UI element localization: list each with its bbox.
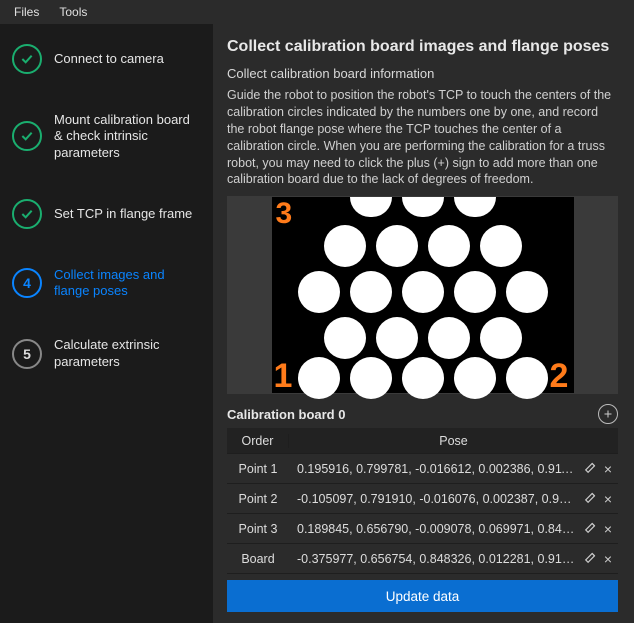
edit-icon[interactable]: [584, 460, 598, 477]
calibration-dot: [350, 197, 392, 217]
container: Connect to camera Mount calibration boar…: [0, 24, 634, 623]
update-data-button[interactable]: Update data: [227, 580, 618, 612]
sidebar: Connect to camera Mount calibration boar…: [0, 24, 213, 623]
calibration-dot: [480, 225, 522, 267]
table-row: Point 3 0.189845, 0.656790, -0.009078, 0…: [227, 514, 618, 544]
calibration-dot: [506, 271, 548, 313]
step-number-icon: 4: [12, 268, 42, 298]
check-icon: [12, 121, 42, 151]
calibration-dot: [350, 357, 392, 399]
table-row: Board -0.375977, 0.656754, 0.848326, 0.0…: [227, 544, 618, 574]
cell-pose: -0.105097, 0.791910, -0.016076, 0.002387…: [289, 492, 576, 506]
calibration-dot: [454, 271, 496, 313]
board-title: Calibration board 0: [227, 407, 345, 422]
step-mount-board[interactable]: Mount calibration board & check intrinsi…: [8, 112, 205, 161]
calibration-dot: [298, 357, 340, 399]
marker-2: 2: [550, 357, 569, 396]
calibration-dot: [428, 225, 470, 267]
section-subtitle: Collect calibration board information: [227, 66, 618, 81]
page-title: Collect calibration board images and fla…: [227, 38, 618, 56]
edit-icon[interactable]: [584, 520, 598, 537]
delete-icon[interactable]: ×: [602, 551, 614, 567]
step-label: Calculate extrinsic parameters: [54, 337, 201, 370]
step-label: Collect images and flange poses: [54, 267, 201, 300]
calibration-dot: [298, 271, 340, 313]
cell-order: Point 3: [227, 522, 289, 536]
main-panel: Collect calibration board images and fla…: [213, 24, 634, 623]
calibration-board-image: 3 1 2: [272, 197, 574, 393]
marker-1: 1: [274, 357, 293, 396]
section-description: Guide the robot to position the robot's …: [227, 87, 618, 188]
row-actions: ×: [576, 520, 618, 537]
calibration-dot: [324, 225, 366, 267]
step-collect-images[interactable]: 4 Collect images and flange poses: [8, 267, 205, 300]
edit-icon[interactable]: [584, 490, 598, 507]
menu-tools[interactable]: Tools: [49, 3, 97, 21]
table-header: Order Pose: [227, 428, 618, 454]
calibration-dot: [324, 317, 366, 359]
calibration-dot: [506, 357, 548, 399]
step-number-icon: 5: [12, 339, 42, 369]
calibration-dot: [480, 317, 522, 359]
delete-icon[interactable]: ×: [602, 461, 614, 477]
board-header: Calibration board 0: [227, 404, 618, 424]
table-row: Point 2 -0.105097, 0.791910, -0.016076, …: [227, 484, 618, 514]
calibration-dot: [402, 357, 444, 399]
calibration-dot: [402, 271, 444, 313]
marker-3: 3: [276, 197, 293, 231]
menu-files[interactable]: Files: [4, 3, 49, 21]
calibration-board-preview: 3 1 2: [227, 196, 618, 394]
calibration-dot: [402, 197, 444, 217]
check-icon: [12, 199, 42, 229]
calibration-dot: [376, 225, 418, 267]
cell-order: Point 1: [227, 462, 289, 476]
step-label: Mount calibration board & check intrinsi…: [54, 112, 201, 161]
calibration-dot: [376, 317, 418, 359]
step-connect-camera[interactable]: Connect to camera: [8, 44, 205, 74]
cell-pose: 0.189845, 0.656790, -0.009078, 0.069971,…: [289, 522, 576, 536]
col-pose: Pose: [289, 434, 618, 448]
row-actions: ×: [576, 550, 618, 567]
cell-order: Board: [227, 552, 289, 566]
col-order: Order: [227, 434, 289, 448]
step-label: Set TCP in flange frame: [54, 206, 192, 222]
cell-pose: 0.195916, 0.799781, -0.016612, 0.002386,…: [289, 462, 576, 476]
calibration-dot: [454, 357, 496, 399]
step-calculate-extrinsic[interactable]: 5 Calculate extrinsic parameters: [8, 337, 205, 370]
row-actions: ×: [576, 460, 618, 477]
step-label: Connect to camera: [54, 51, 164, 67]
cell-order: Point 2: [227, 492, 289, 506]
calibration-dot: [350, 271, 392, 313]
check-icon: [12, 44, 42, 74]
calibration-dot: [428, 317, 470, 359]
table-row: Point 1 0.195916, 0.799781, -0.016612, 0…: [227, 454, 618, 484]
add-board-button[interactable]: [598, 404, 618, 424]
delete-icon[interactable]: ×: [602, 521, 614, 537]
delete-icon[interactable]: ×: [602, 491, 614, 507]
calibration-dot: [454, 197, 496, 217]
cell-pose: -0.375977, 0.656754, 0.848326, 0.012281,…: [289, 552, 576, 566]
menubar: Files Tools: [0, 0, 634, 24]
edit-icon[interactable]: [584, 550, 598, 567]
step-set-tcp[interactable]: Set TCP in flange frame: [8, 199, 205, 229]
row-actions: ×: [576, 490, 618, 507]
